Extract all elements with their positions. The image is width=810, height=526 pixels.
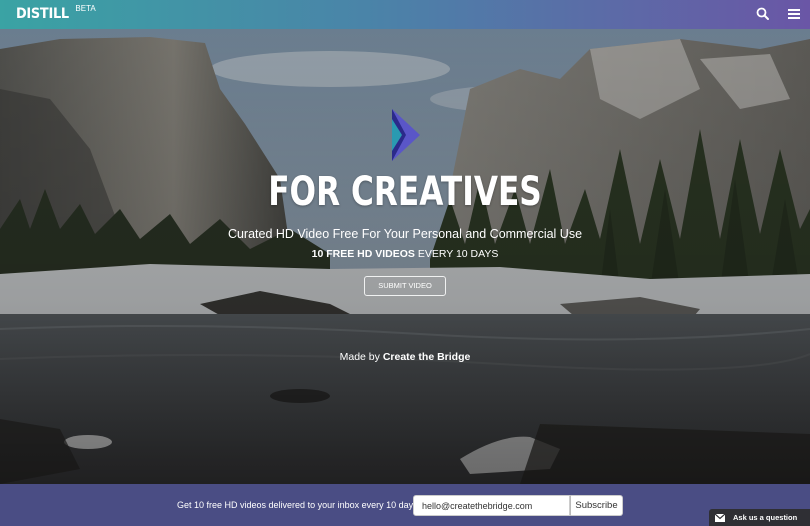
made-by-credit: Made by Create the Bridge <box>0 351 810 363</box>
ask-question-button[interactable]: Ask us a question <box>709 509 810 526</box>
create-the-bridge-link[interactable]: Create the Bridge <box>383 351 471 363</box>
made-by-prefix: Made by <box>339 351 380 363</box>
distill-logo[interactable]: DISTILL BETA <box>16 4 96 22</box>
hero-section: FOR CREATIVES Curated HD Video Free For … <box>0 29 810 484</box>
mail-icon <box>715 513 725 522</box>
hero-content: FOR CREATIVES Curated HD Video Free For … <box>0 29 810 484</box>
hero-headline: FOR CREATIVES <box>268 169 542 215</box>
tagline-rest: EVERY 10 DAYS <box>417 248 499 260</box>
email-input[interactable] <box>413 495 570 516</box>
subscribe-button[interactable]: Subscribe <box>570 495 623 516</box>
beta-badge: BETA <box>75 4 96 13</box>
tagline-bold: 10 FREE HD VIDEOS <box>311 248 415 260</box>
ask-question-label: Ask us a question <box>733 513 798 522</box>
hero-tagline: 10 FREE HD VIDEOS EVERY 10 DAYS <box>0 248 810 260</box>
hero-subheading: Curated HD Video Free For Your Personal … <box>227 227 583 241</box>
subscribe-bar: Get 10 free HD videos delivered to your … <box>0 484 810 526</box>
distill-brand-mark-icon <box>392 109 420 161</box>
top-navigation-bar: DISTILL BETA <box>0 0 810 29</box>
hamburger-menu-icon[interactable] <box>786 5 804 23</box>
subscribe-text: Get 10 free HD videos delivered to your … <box>177 500 421 510</box>
search-icon[interactable] <box>754 5 772 23</box>
logo-text: DISTILL <box>16 6 69 22</box>
submit-video-button[interactable]: SUBMIT VIDEO <box>364 276 446 296</box>
